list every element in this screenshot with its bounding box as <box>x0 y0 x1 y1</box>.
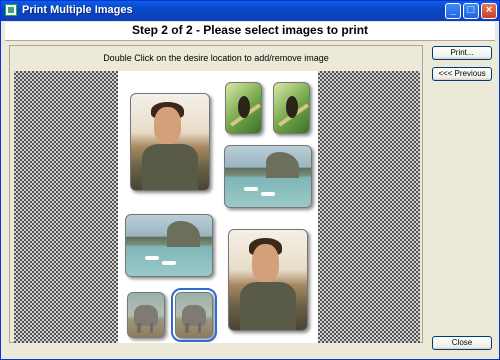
slot-portrait-man-1[interactable] <box>130 93 210 191</box>
slot-elephant-1[interactable] <box>127 292 165 338</box>
close-button[interactable]: Close <box>432 336 492 350</box>
rock-shape <box>266 152 299 178</box>
print-multiple-images-window: Print Multiple Images _ □ × Step 2 of 2 … <box>0 0 500 360</box>
previous-button[interactable]: <<< Previous <box>432 67 492 81</box>
minimize-button[interactable]: _ <box>445 3 461 19</box>
elephant-leg-shape <box>149 322 154 333</box>
body-shape <box>239 282 297 330</box>
face-shape <box>252 244 279 282</box>
window-title: Print Multiple Images <box>22 4 133 16</box>
boat-shape <box>144 256 159 261</box>
slot-bird-1[interactable] <box>225 82 262 134</box>
bird-shape <box>286 95 299 118</box>
elephant-leg-shape <box>197 322 202 333</box>
slot-elephant-2-selected[interactable] <box>171 288 217 342</box>
bird-shape <box>238 95 251 118</box>
boat-shape <box>261 192 275 197</box>
slot-bird-2[interactable] <box>273 82 310 134</box>
app-icon <box>5 4 17 16</box>
face-shape <box>154 107 181 144</box>
slot-beach-2[interactable] <box>125 214 213 277</box>
slot-beach-1[interactable] <box>224 145 312 208</box>
title-bar[interactable]: Print Multiple Images _ □ × <box>1 1 499 21</box>
step-header-text: Step 2 of 2 - Please select images to pr… <box>131 23 369 37</box>
slot-portrait-man-2[interactable] <box>228 229 308 331</box>
boat-shape <box>162 261 176 266</box>
rock-shape <box>167 221 200 247</box>
boat-shape <box>243 187 258 192</box>
body-shape <box>141 143 199 190</box>
instruction-text: Double Click on the desire location to a… <box>103 53 329 63</box>
elephant-leg-shape <box>185 322 189 333</box>
print-button[interactable]: Print... <box>432 46 492 60</box>
step-header: Step 2 of 2 - Please select images to pr… <box>5 22 495 41</box>
maximize-button[interactable]: □ <box>463 3 479 19</box>
close-window-button[interactable]: × <box>481 3 497 19</box>
elephant-leg-shape <box>137 322 141 333</box>
